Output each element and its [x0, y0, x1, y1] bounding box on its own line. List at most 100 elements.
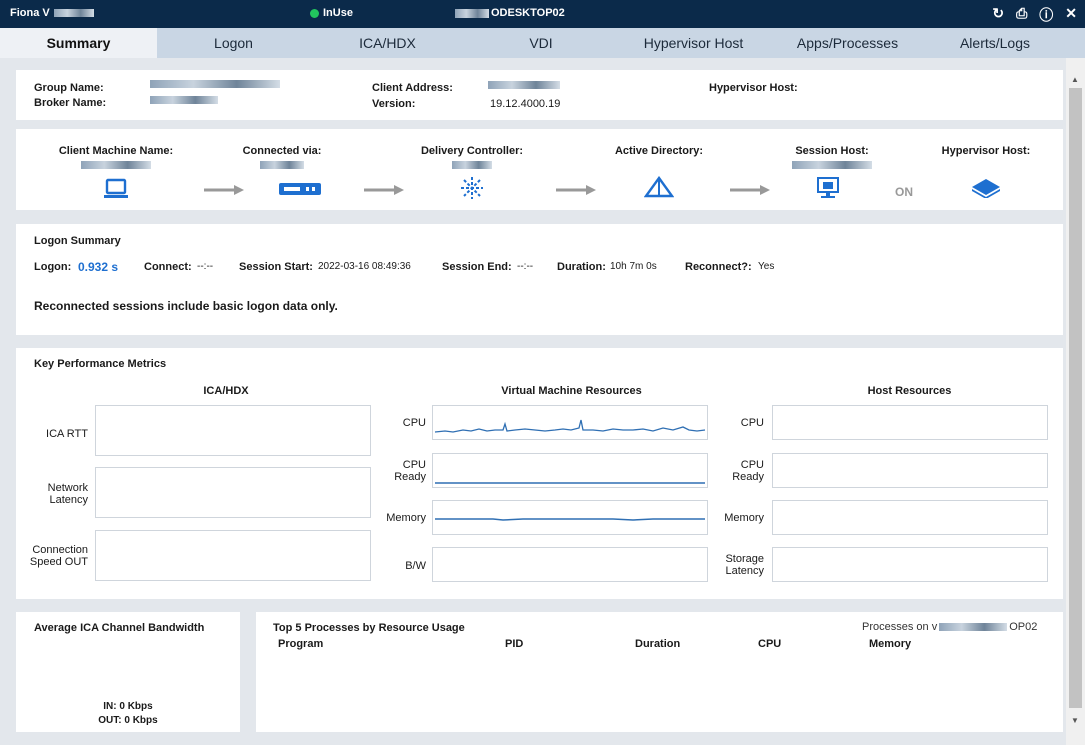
vm-cpu-chart — [432, 405, 708, 440]
broker-name-label: Broker Name: — [34, 97, 107, 109]
broker-name-value — [150, 96, 218, 104]
connection-speed-out-label: Connection Speed OUT — [29, 544, 88, 568]
title-bar: Fiona V InUse ODESKTOP02 ↻ ⎙ ⓘ ✕ — [0, 0, 1085, 28]
session-start-label: Session Start: — [239, 261, 313, 273]
tab-bar: Summary Logon ICA/HDX VDI Hypervisor Hos… — [0, 28, 1085, 58]
status-indicator: InUse — [310, 7, 353, 19]
arrow-right-icon — [730, 185, 770, 195]
connected-via-node: Connected via: — [207, 145, 357, 172]
ica-rtt-chart — [95, 405, 371, 456]
host-memory-label: Memory — [724, 512, 764, 524]
tab-ica-hdx[interactable]: ICA/HDX — [310, 28, 465, 58]
key-performance-metrics-card: Key Performance Metrics ICA/HDX Virtual … — [16, 348, 1063, 599]
session-start-value: 2022-03-16 08:49:36 — [318, 261, 411, 272]
logon-label: Logon: — [34, 261, 72, 273]
vm-resources-title: Virtual Machine Resources — [501, 385, 642, 397]
connect-label: Connect: — [144, 261, 192, 273]
tab-summary[interactable]: Summary — [0, 28, 157, 58]
scroll-down-icon[interactable]: ▼ — [1071, 716, 1079, 725]
delivery-controller-node: Delivery Controller: — [397, 145, 547, 172]
session-end-label: Session End: — [442, 261, 512, 273]
tab-logon[interactable]: Logon — [157, 28, 310, 58]
top-processes-title: Top 5 Processes by Resource Usage — [273, 622, 465, 634]
delivery-controller-icon[interactable] — [460, 176, 484, 200]
machine-name: ODESKTOP02 — [455, 7, 565, 19]
arrow-right-icon — [204, 185, 244, 195]
vm-bw-label: B/W — [405, 560, 426, 572]
logon-summary-card: Logon Summary Logon: 0.932 s Connect: --… — [16, 224, 1063, 335]
arrow-right-icon — [364, 185, 404, 195]
group-name-label: Group Name: — [34, 82, 104, 94]
vm-memory-label: Memory — [386, 512, 426, 524]
scroll-up-icon[interactable]: ▲ — [1071, 75, 1079, 84]
client-machine-node: Client Machine Name: — [41, 145, 191, 172]
column-pid[interactable]: PID — [505, 638, 523, 650]
hypervisor-host-icon[interactable] — [971, 178, 1001, 198]
duration-label: Duration: — [557, 261, 606, 273]
storage-latency-chart — [772, 547, 1048, 582]
scrollbar-thumb[interactable] — [1069, 88, 1082, 708]
logon-summary-title: Logon Summary — [34, 235, 121, 247]
version-label: Version: — [372, 98, 416, 110]
gateway-icon[interactable] — [278, 181, 322, 197]
host-memory-chart — [772, 500, 1048, 535]
network-latency-chart — [95, 467, 371, 518]
processes-on-machine: Processes on v OP02 — [862, 621, 1038, 633]
vm-cpu-ready-label: CPU Ready — [394, 459, 426, 483]
column-duration[interactable]: Duration — [635, 638, 680, 650]
host-cpu-chart — [772, 405, 1048, 440]
help-icon[interactable]: ⓘ — [1039, 5, 1053, 25]
tab-vdi[interactable]: VDI — [465, 28, 617, 58]
on-label: ON — [895, 185, 913, 199]
session-info-card: Group Name: Broker Name: Client Address:… — [16, 70, 1063, 120]
client-address-value — [488, 81, 560, 89]
close-icon[interactable]: ✕ — [1065, 5, 1077, 25]
reconnect-note: Reconnected sessions include basic logon… — [34, 299, 338, 313]
column-program[interactable]: Program — [278, 638, 323, 650]
bandwidth-out: OUT: 0 Kbps — [98, 715, 158, 726]
laptop-icon[interactable] — [104, 178, 128, 200]
version-value: 19.12.4000.19 — [490, 98, 561, 110]
host-cpu-ready-chart — [772, 453, 1048, 488]
print-icon[interactable]: ⎙ — [1016, 5, 1027, 25]
host-cpu-ready-label: CPU Ready — [732, 459, 764, 483]
reconnect-value: Yes — [758, 261, 775, 272]
bandwidth-title: Average ICA Channel Bandwidth — [34, 622, 205, 634]
vm-cpu-ready-chart — [432, 453, 708, 488]
ica-bandwidth-card: Average ICA Channel Bandwidth IN: 0 Kbps… — [16, 612, 240, 732]
hypervisor-host-node: Hypervisor Host: — [941, 145, 1031, 157]
refresh-icon[interactable]: ↻ — [992, 5, 1004, 25]
connect-value: --:-- — [197, 261, 214, 272]
vm-memory-chart — [432, 500, 708, 535]
column-memory[interactable]: Memory — [869, 638, 911, 650]
user-name: Fiona V — [10, 7, 94, 19]
tab-alerts-logs[interactable]: Alerts/Logs — [925, 28, 1065, 58]
ica-rtt-label: ICA RTT — [46, 428, 88, 440]
host-cpu-label: CPU — [740, 417, 764, 429]
storage-latency-label: Storage Latency — [725, 553, 764, 577]
tab-hypervisor-host[interactable]: Hypervisor Host — [617, 28, 770, 58]
arrow-right-icon — [556, 185, 596, 195]
host-resources-title: Host Resources — [867, 385, 952, 397]
session-host-icon[interactable] — [816, 176, 840, 200]
bandwidth-in: IN: 0 Kbps — [103, 701, 153, 712]
tab-apps-processes[interactable]: Apps/Processes — [770, 28, 925, 58]
active-directory-icon[interactable] — [644, 176, 674, 200]
group-name-value — [150, 80, 280, 88]
top-processes-card: Top 5 Processes by Resource Usage Proces… — [256, 612, 1063, 732]
connection-chain-card: Client Machine Name: Connected via: Deli… — [16, 129, 1063, 210]
hypervisor-host-label: Hypervisor Host: — [709, 82, 798, 94]
logon-value: 0.932 s — [78, 260, 119, 274]
connection-speed-out-chart — [95, 530, 371, 581]
kpm-title: Key Performance Metrics — [34, 358, 167, 370]
vm-bw-chart — [432, 547, 708, 582]
column-cpu[interactable]: CPU — [758, 638, 781, 650]
reconnect-label: Reconnect?: — [685, 261, 752, 273]
ica-hdx-title: ICA/HDX — [203, 385, 249, 397]
vm-cpu-label: CPU — [402, 417, 426, 429]
network-latency-label: Network Latency — [47, 482, 88, 506]
session-host-node: Session Host: — [757, 145, 907, 172]
status-dot-icon — [310, 8, 319, 18]
session-end-value: --:-- — [517, 261, 534, 272]
summary-content: Group Name: Broker Name: Client Address:… — [0, 58, 1066, 745]
